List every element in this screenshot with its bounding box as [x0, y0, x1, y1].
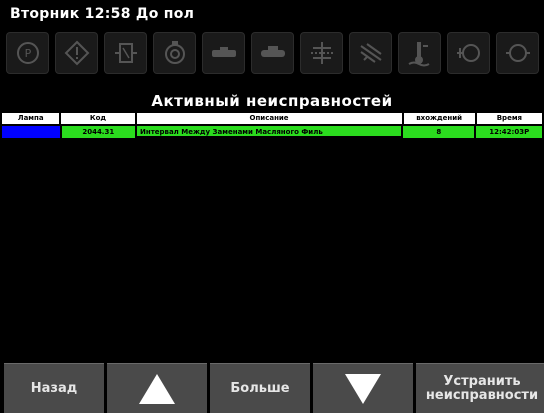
- engine-icon[interactable]: [202, 32, 245, 74]
- more-button-label: Больше: [230, 380, 290, 396]
- date-time-title: Вторник 12:58 До пол: [10, 6, 195, 22]
- scroll-up-button[interactable]: [107, 363, 207, 413]
- header-description: Описание: [136, 113, 404, 124]
- back-button-label: Назад: [30, 380, 78, 396]
- fault-time: 12:42:03P: [476, 124, 542, 138]
- table-row[interactable]: 2044.31 Интервал Между Заменами Масляног…: [2, 124, 542, 138]
- cooling-icon[interactable]: [300, 32, 343, 74]
- indicator-icon-row: P: [6, 30, 544, 76]
- faults-table: Лампа Код Описание вхождений Время 2044.…: [2, 113, 543, 138]
- more-button[interactable]: Больше: [210, 363, 310, 413]
- arrow-down-icon: [345, 373, 381, 404]
- scroll-down-button[interactable]: [313, 363, 413, 413]
- warning-icon[interactable]: [55, 32, 98, 74]
- coolant-temp-icon[interactable]: [398, 32, 441, 74]
- bottom-button-bar: Назад Больше Устранить неисправности: [0, 363, 544, 413]
- header-time: Время: [476, 113, 543, 124]
- engine-3-icon[interactable]: [496, 32, 539, 74]
- table-header: Лампа Код Описание вхождений Время: [2, 113, 543, 124]
- fault-description: Интервал Между Заменами Масляного Филь: [137, 124, 404, 136]
- oil-filter-icon[interactable]: [153, 32, 196, 74]
- clear-faults-label-line2: неисправности: [425, 387, 539, 403]
- svg-text:P: P: [24, 47, 31, 60]
- parking-brake-icon[interactable]: P: [6, 32, 49, 74]
- fault-occurrences: 8: [403, 124, 477, 138]
- lamp-indicator: [2, 124, 62, 138]
- air-filter-icon[interactable]: [349, 32, 392, 74]
- clear-faults-button[interactable]: Устранить неисправности: [416, 363, 544, 413]
- header-lamp: Лампа: [2, 113, 62, 124]
- fault-code: 2044.31: [61, 124, 137, 138]
- engine-2-icon[interactable]: [251, 32, 294, 74]
- header-code: Код: [61, 113, 137, 124]
- back-button[interactable]: Назад: [4, 363, 104, 413]
- active-faults-title: Активный неисправностей: [151, 92, 393, 110]
- top-bar: Вторник 12:58 До пол: [0, 0, 544, 28]
- clear-faults-label-line1: Устранить: [443, 373, 521, 389]
- fuel-filter-icon[interactable]: [104, 32, 147, 74]
- engine-check-icon[interactable]: [447, 32, 490, 74]
- header-occurrences: вхождений: [403, 113, 477, 124]
- arrow-up-icon: [139, 373, 175, 404]
- clear-faults-label: Устранить неисправности: [425, 373, 539, 403]
